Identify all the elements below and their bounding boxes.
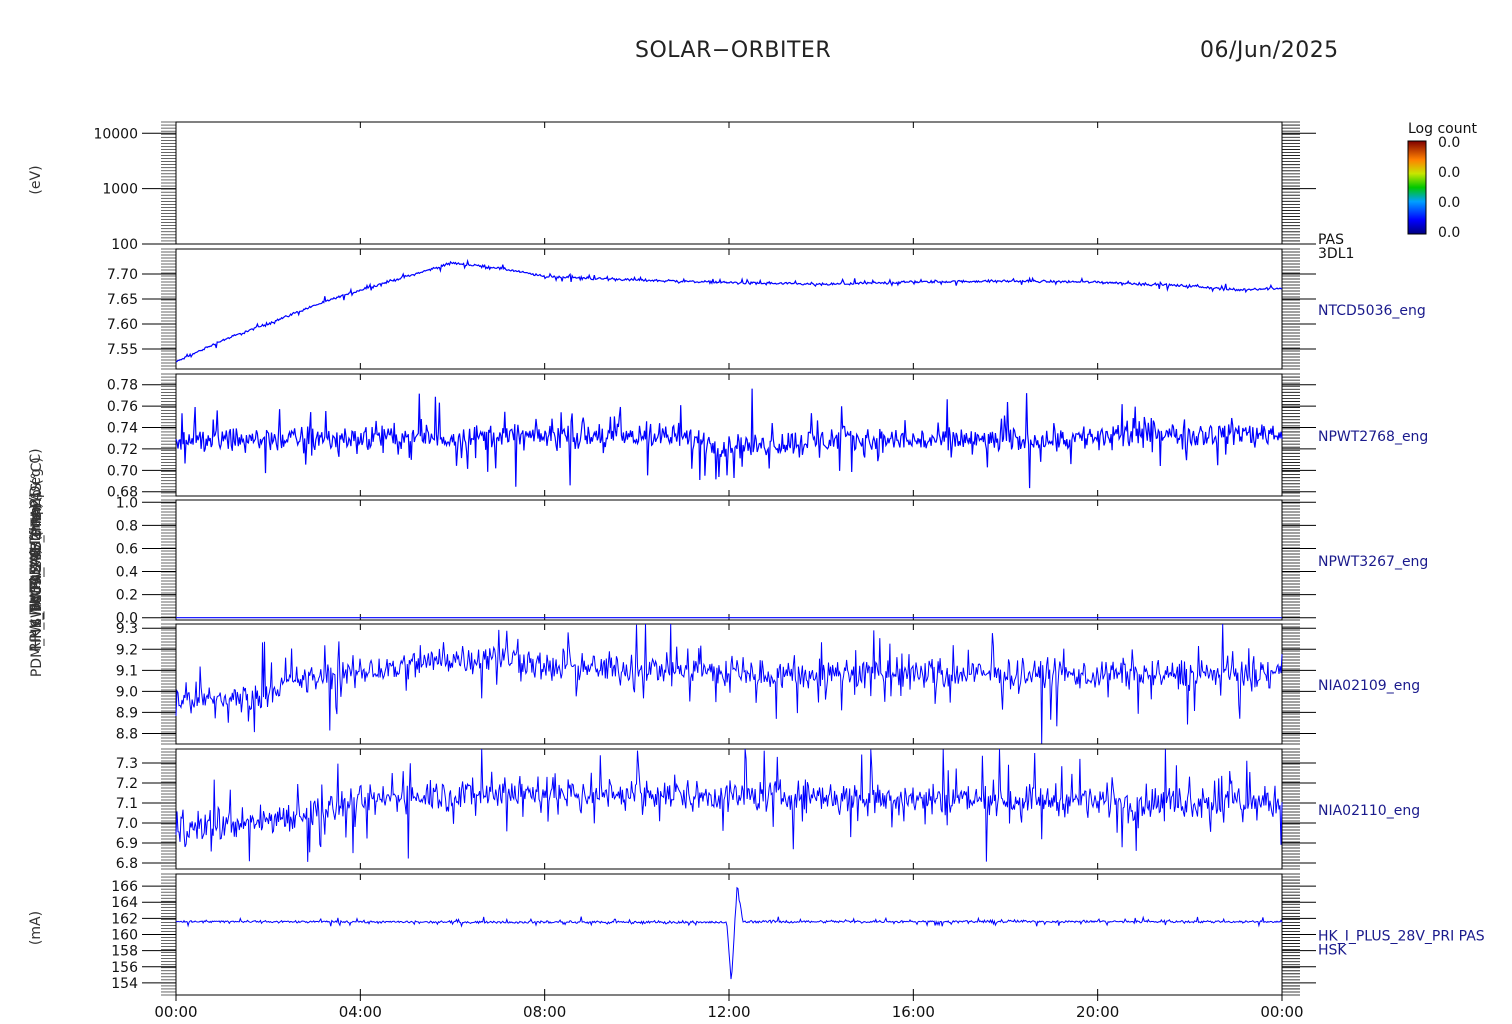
trace-npwt2768	[175, 388, 1283, 489]
ytick-label: 154	[111, 976, 138, 992]
mission-title: SOLAR−ORBITER	[635, 38, 832, 63]
xtick-label: 04:00	[339, 1003, 382, 1020]
trace-nia02110	[175, 748, 1283, 862]
ytick-label: 0.6	[116, 541, 138, 557]
series-label-ntcd5036: NTCD5036_eng	[1318, 303, 1426, 319]
ytick-label: 162	[111, 911, 138, 927]
left-axis-unit-ev: (eV)	[28, 165, 44, 194]
ytick-label: 7.3	[116, 756, 138, 772]
xtick-label: 00:00	[154, 1003, 197, 1020]
ytick-label: 7.0	[116, 816, 138, 832]
series-label-pas-3dl1: 3DL1	[1318, 246, 1354, 262]
ytick-label: 7.70	[107, 267, 138, 283]
panel-frame-npwt3267	[175, 499, 1283, 621]
ytick-label: 7.65	[107, 292, 138, 308]
trace-hk-i-plus-28v	[175, 886, 1283, 980]
xtick-label: 08:00	[523, 1003, 566, 1020]
ytick-label: 0.74	[107, 421, 138, 437]
ytick-label: 6.9	[116, 836, 138, 852]
xtick-label: 20:00	[1076, 1003, 1119, 1020]
trace-ntcd5036	[175, 258, 1283, 363]
ytick-label: 1000	[102, 182, 138, 198]
ytick-label: 100	[111, 237, 138, 253]
ytick-label: 6.8	[116, 856, 138, 872]
ytick-label: 164	[111, 895, 138, 911]
ytick-label: 7.55	[107, 342, 138, 358]
xtick-label: 00:00	[1260, 1003, 1303, 1020]
plot-date: 06/Jun/2025	[1200, 38, 1339, 63]
ytick-label: 0.70	[107, 463, 138, 479]
ytick-label: 9.2	[116, 642, 138, 658]
series-label-hk-i-plus-28v: HSK	[1318, 943, 1347, 959]
trace-nia02109	[175, 623, 1283, 744]
ytick-label: 0.2	[116, 588, 138, 604]
ytick-label: 156	[111, 960, 138, 976]
left-axis-unit-ma: (mA)	[28, 911, 44, 945]
ytick-label: 9.0	[116, 684, 138, 700]
panel-frame-hk-i-plus-28v	[175, 873, 1283, 996]
panel-frame-pas-3dl1	[175, 121, 1283, 245]
ytick-label: 166	[111, 879, 138, 895]
series-label-nia02109: NIA02109_eng	[1318, 678, 1420, 694]
ytick-label: 9.3	[116, 621, 138, 637]
colorbar-label: 0.0	[1438, 135, 1460, 151]
colorbar	[1407, 140, 1427, 235]
colorbar-label: 0.0	[1438, 165, 1460, 181]
series-label-npwt2768: NPWT2768_eng	[1318, 429, 1428, 445]
series-label-nia02110: NIA02110_eng	[1318, 803, 1420, 819]
xtick-label: 16:00	[892, 1003, 935, 1020]
ytick-label: 7.1	[116, 796, 138, 812]
ytick-label: 0.8	[116, 518, 138, 534]
ytick-label: 10000	[93, 126, 138, 142]
colorbar-label: 0.0	[1438, 225, 1460, 241]
left-axis-title: PDM_HK_IMON_PAS (mA)	[29, 503, 45, 677]
quicklook-plot: SOLAR−ORBITER 06/Jun/2025 100 1000 10000 PA…	[0, 0, 1512, 1021]
ytick-label: 7.60	[107, 317, 138, 333]
ytick-label: 160	[111, 928, 138, 944]
ytick-label: 0.78	[107, 378, 138, 394]
ytick-label: 1.0	[116, 495, 138, 511]
panel-frame-ntcd5036	[175, 248, 1283, 370]
chart-canvas: 100100010000PAS3DL17.557.607.657.70NTCD5…	[28, 121, 1485, 1021]
colorbar-label: 0.0	[1438, 195, 1460, 211]
ytick-label: 0.72	[107, 442, 138, 458]
ytick-label: 158	[111, 944, 138, 960]
ytick-label: 0.76	[107, 399, 138, 415]
ytick-label: 9.1	[116, 663, 138, 679]
xtick-label: 12:00	[707, 1003, 750, 1020]
series-label-npwt3267: NPWT3267_eng	[1318, 554, 1428, 570]
ytick-label: 0.4	[116, 565, 138, 581]
ytick-label: 8.9	[116, 705, 138, 721]
ytick-label: 8.8	[116, 726, 138, 742]
ytick-label: 7.2	[116, 776, 138, 792]
